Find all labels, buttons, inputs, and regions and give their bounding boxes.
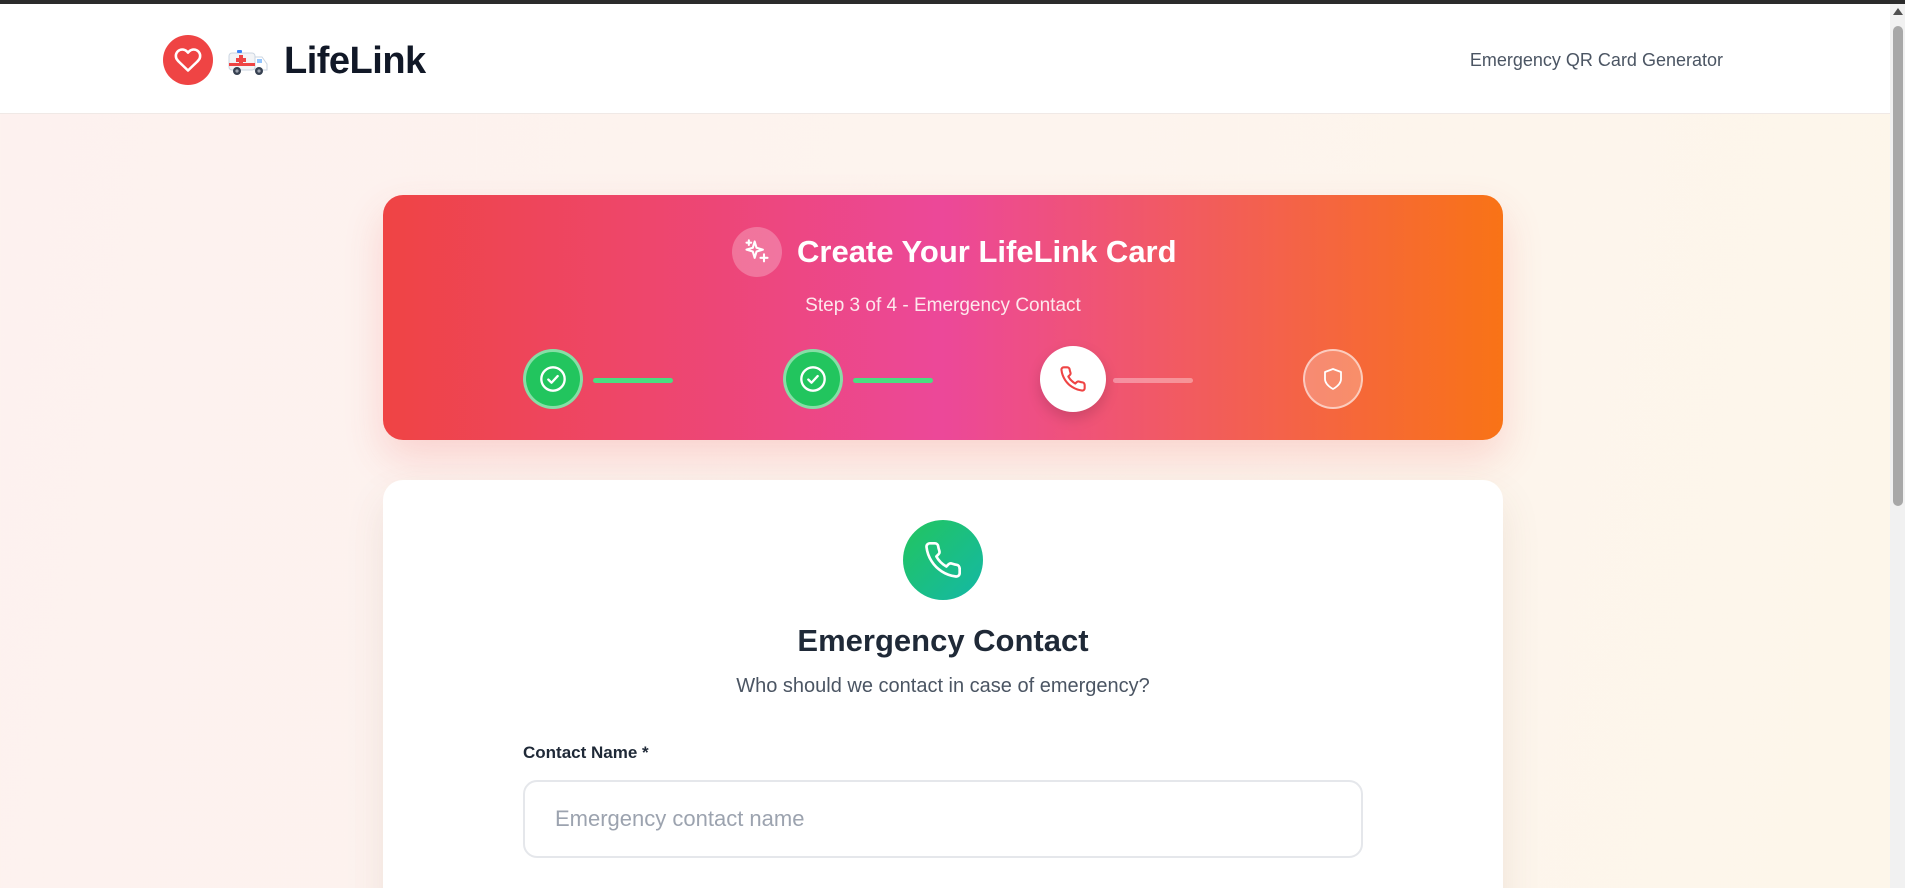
- step-indicator-text: Step 3 of 4 - Emergency Contact: [805, 295, 1081, 316]
- check-circle-icon: [540, 366, 566, 392]
- scrollbar-thumb[interactable]: [1893, 26, 1903, 506]
- site-header: LifeLink Emergency QR Card Generator: [0, 4, 1890, 114]
- wizard-hero-card: Create Your LifeLink Card Step 3 of 4 - …: [383, 195, 1503, 440]
- ambulance-icon: [227, 47, 269, 77]
- step-connector-1: [593, 378, 673, 383]
- contact-name-label: Contact Name *: [523, 743, 649, 762]
- step-connector-2: [853, 378, 933, 383]
- phone-icon: [903, 520, 983, 600]
- phone-icon: [1060, 366, 1086, 392]
- step-connector-3: [1113, 378, 1193, 383]
- step-1-completed: [523, 349, 583, 409]
- shield-icon: [1324, 368, 1342, 390]
- step-2-completed: [783, 349, 843, 409]
- scroll-up-arrow-icon[interactable]: [1893, 8, 1903, 15]
- heart-icon: [163, 35, 213, 85]
- sparkles-icon: [732, 227, 782, 277]
- section-subtitle: Who should we contact in case of emergen…: [736, 675, 1150, 697]
- wizard-title: Create Your LifeLink Card: [797, 234, 1177, 269]
- step-4-pending: [1303, 349, 1363, 409]
- brand-name[interactable]: LifeLink: [284, 40, 426, 83]
- step-3-current: [1040, 346, 1106, 412]
- section-title: Emergency Contact: [797, 623, 1089, 658]
- header-tagline: Emergency QR Card Generator: [1469, 50, 1723, 70]
- contact-name-input[interactable]: [523, 780, 1363, 858]
- check-circle-icon: [800, 366, 826, 392]
- emergency-contact-form: Emergency Contact Who should we contact …: [383, 480, 1503, 888]
